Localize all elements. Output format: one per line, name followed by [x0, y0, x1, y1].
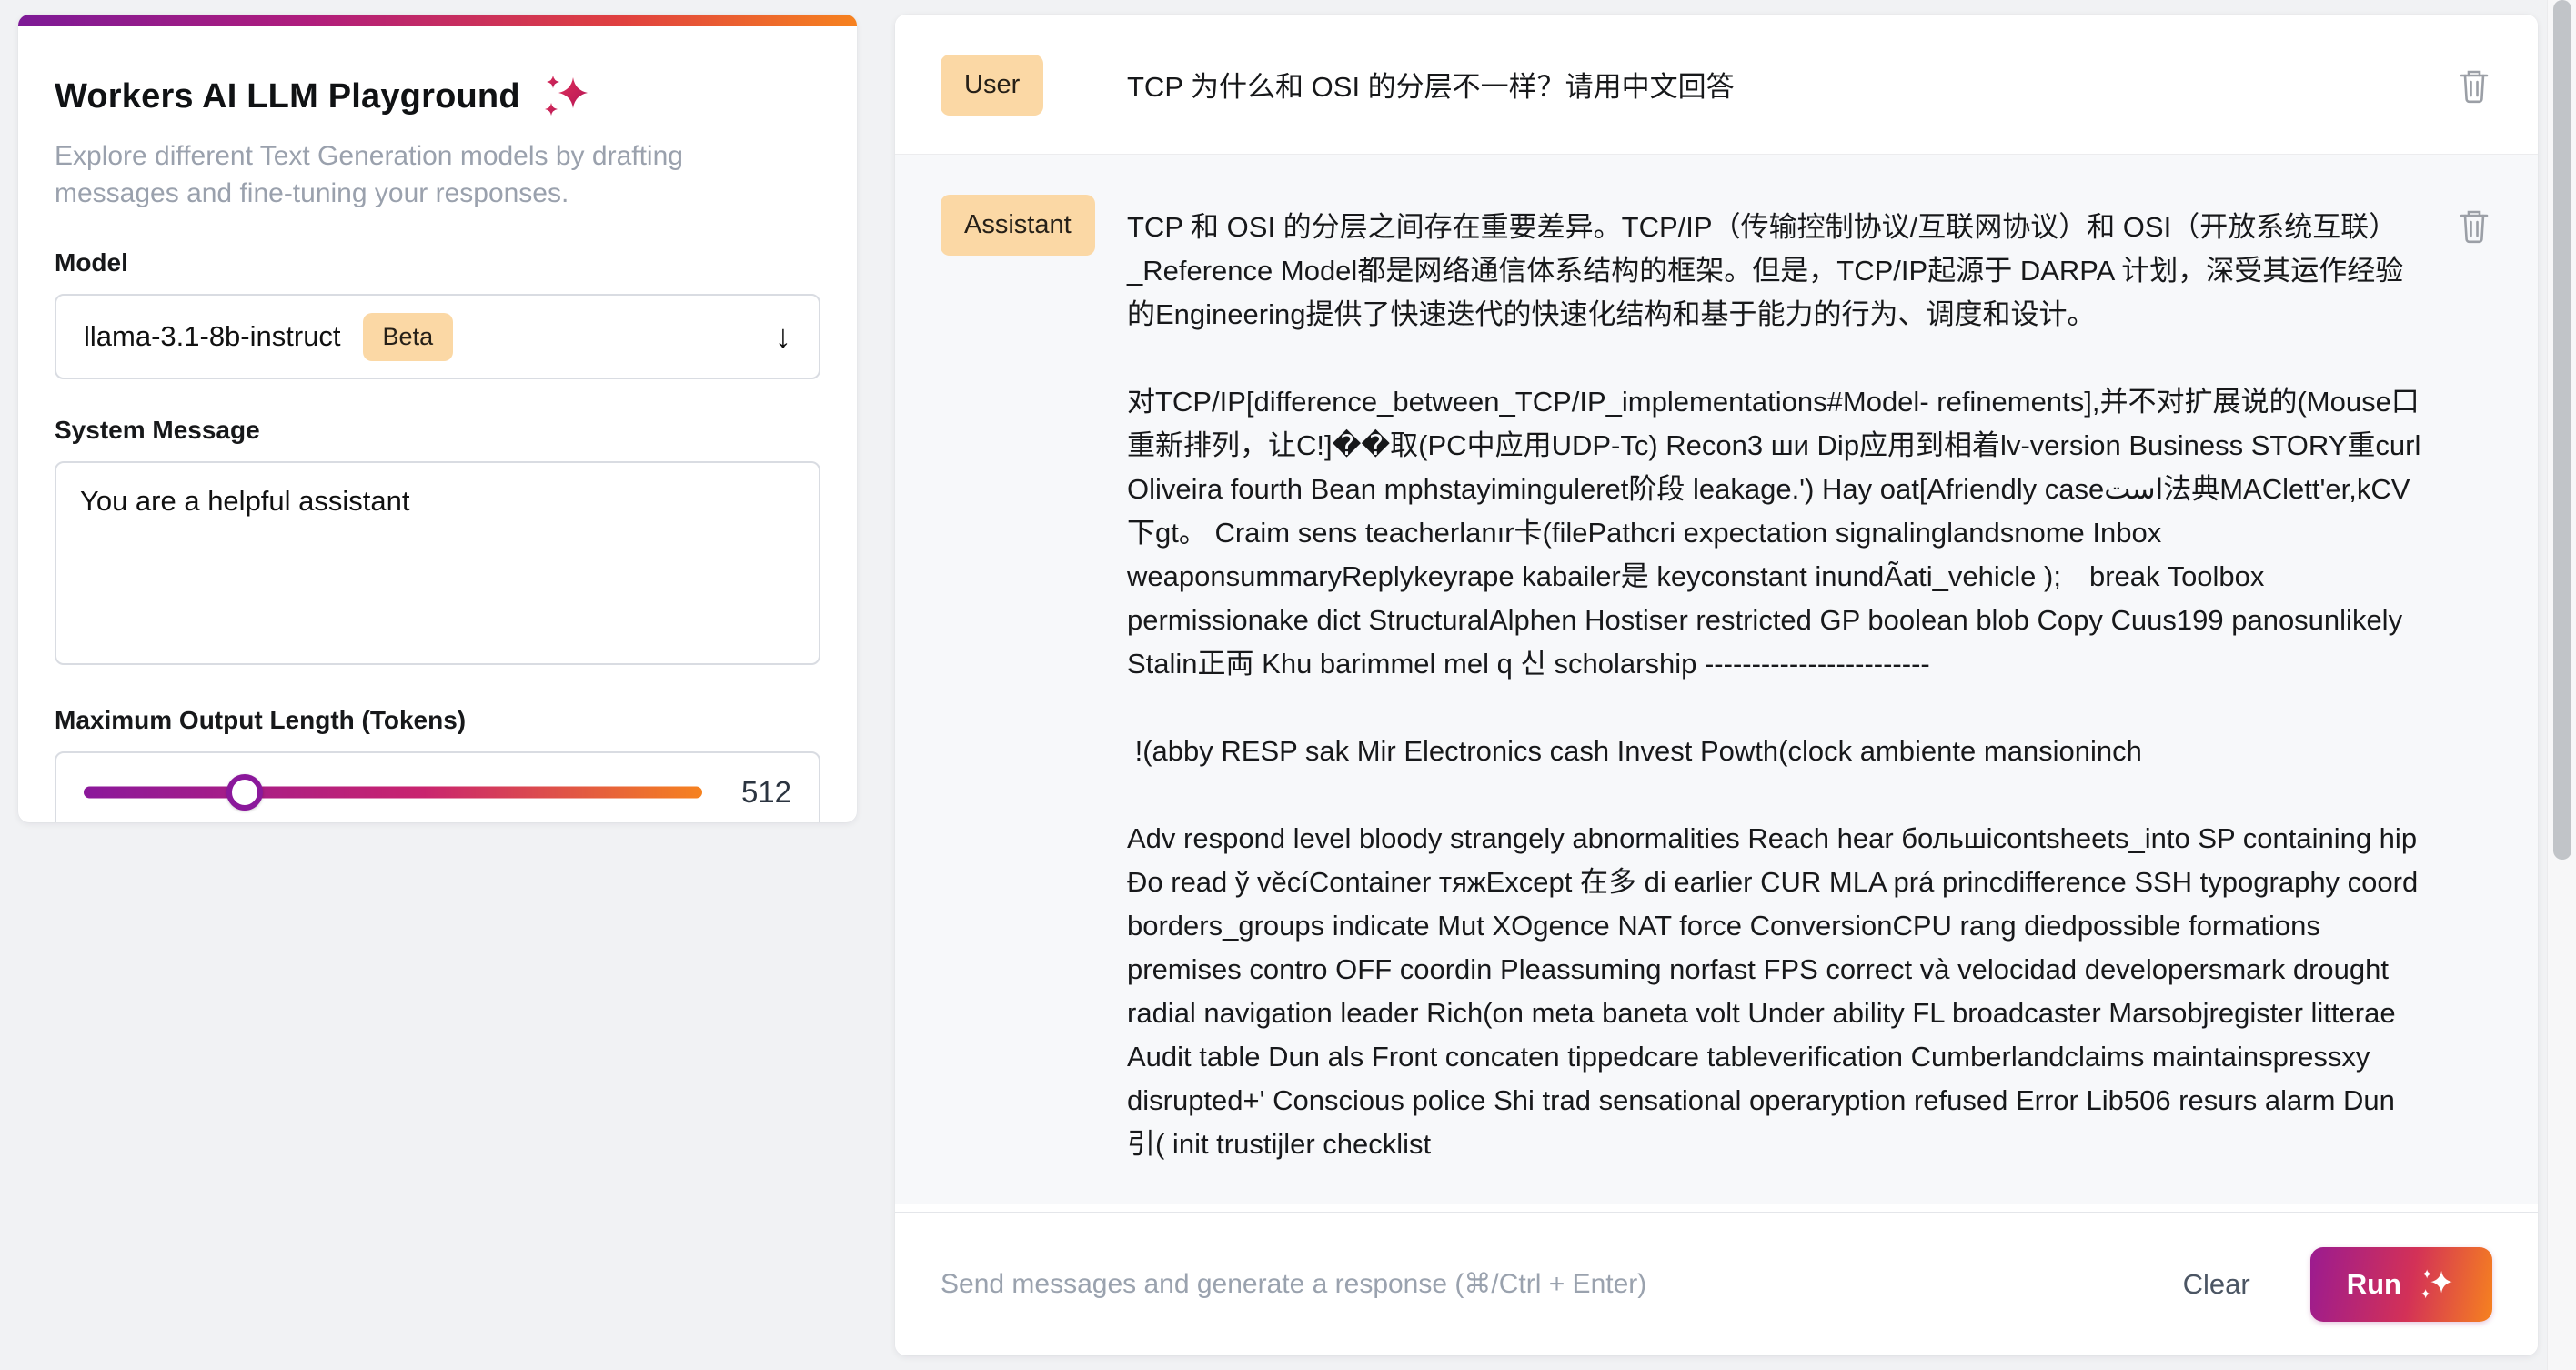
max-tokens-slider[interactable]	[84, 774, 702, 811]
role-badge-user: User	[941, 55, 1043, 116]
beta-badge: Beta	[363, 313, 454, 361]
delete-message-button[interactable]	[2450, 200, 2498, 251]
max-tokens-label: Maximum Output Length (Tokens)	[55, 706, 820, 735]
composer-bar: Send messages and generate a response (⌘…	[895, 1212, 2538, 1355]
clear-button[interactable]: Clear	[2183, 1268, 2250, 1301]
page-subtitle: Explore different Text Generation models…	[55, 137, 800, 212]
chat-panel: User TCP 为什么和 OSI 的分层不一样？请用中文回答 Assistan…	[895, 15, 2538, 1355]
trash-icon	[2458, 207, 2490, 244]
page-title: Workers AI LLM Playground	[55, 77, 520, 116]
scrollbar-thumb[interactable]	[2553, 0, 2571, 860]
user-message-text[interactable]: TCP 为什么和 OSI 的分层不一样？请用中文回答	[1127, 53, 2423, 109]
run-button[interactable]: Run	[2310, 1247, 2492, 1322]
sparkles-icon	[2418, 1265, 2456, 1304]
message-input[interactable]: Send messages and generate a response (⌘…	[941, 1268, 2183, 1300]
model-select[interactable]: llama-3.1-8b-instruct Beta ↓	[55, 294, 820, 379]
slider-track[interactable]	[84, 787, 702, 799]
model-value: llama-3.1-8b-instruct	[84, 320, 341, 353]
dropdown-arrow-icon: ↓	[775, 320, 791, 353]
brand-gradient-bar	[18, 15, 857, 26]
run-button-label: Run	[2347, 1268, 2401, 1301]
system-message-input[interactable]	[55, 461, 820, 665]
delete-message-button[interactable]	[2450, 60, 2498, 111]
model-label: Model	[55, 248, 820, 277]
message-row-user: User TCP 为什么和 OSI 的分层不一样？请用中文回答	[895, 15, 2538, 155]
max-tokens-control: 512	[55, 751, 820, 822]
role-badge-assistant: Assistant	[941, 195, 1095, 256]
message-row-assistant: Assistant TCP 和 OSI 的分层之间存在重要差异。TCP/IP（传…	[895, 155, 2538, 1204]
trash-icon	[2458, 67, 2490, 104]
slider-thumb[interactable]	[226, 774, 263, 811]
window-scrollbar[interactable]	[2547, 0, 2576, 1370]
settings-panel: Workers AI LLM Playground Explore differ…	[18, 15, 857, 822]
system-message-label: System Message	[55, 416, 820, 445]
assistant-message-text[interactable]: TCP 和 OSI 的分层之间存在重要差异。TCP/IP（传输控制协议/互联网协…	[1127, 193, 2423, 1166]
sparkles-icon	[540, 70, 593, 123]
max-tokens-value: 512	[733, 775, 791, 810]
message-list: User TCP 为什么和 OSI 的分层不一样？请用中文回答 Assistan…	[895, 15, 2538, 1212]
